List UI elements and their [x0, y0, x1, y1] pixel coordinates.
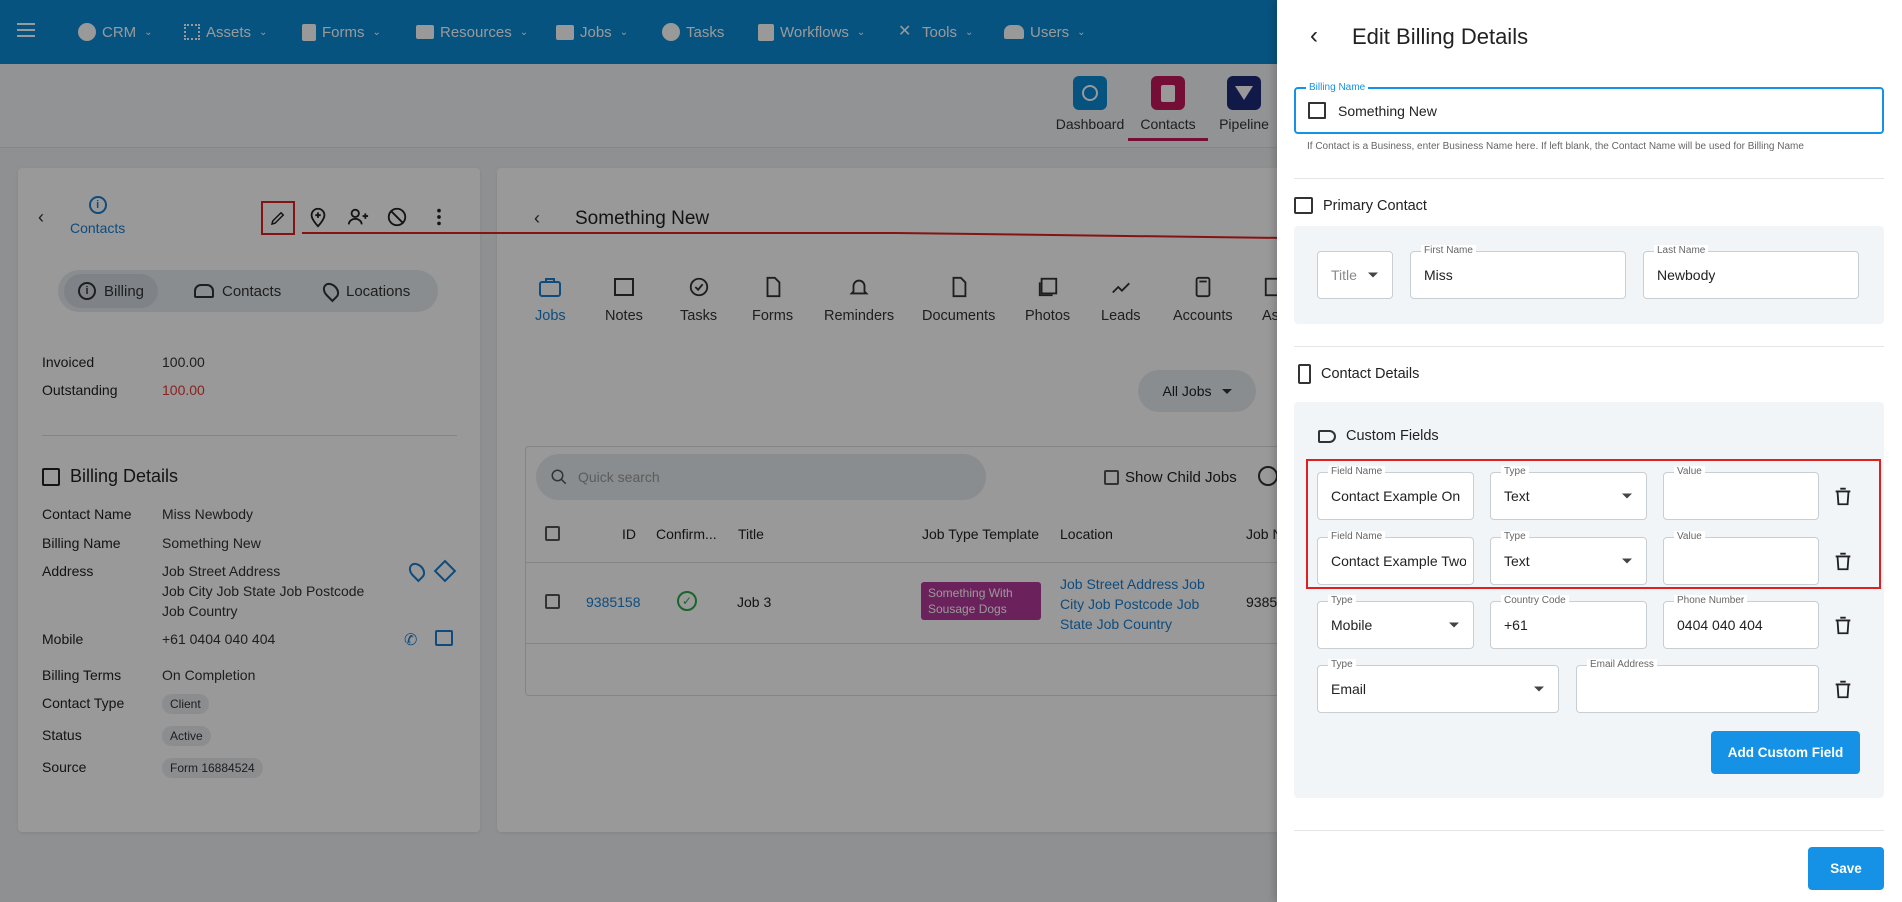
- primary-contact-title: Primary Contact: [1323, 197, 1427, 214]
- field-name-value: Contact Example On: [1331, 488, 1461, 504]
- first-name-value: Miss: [1424, 267, 1453, 283]
- email-type-select[interactable]: Type Email: [1317, 659, 1559, 713]
- tag-icon: [1318, 429, 1336, 443]
- phone-type-value: Mobile: [1331, 617, 1373, 633]
- contact-details-title: Contact Details: [1321, 366, 1420, 382]
- drawer-divider: [1294, 346, 1884, 347]
- caret-down-icon: [1449, 622, 1459, 628]
- custom-field-name-1[interactable]: Field Name Contact Example On: [1317, 466, 1474, 520]
- title-placeholder: Title: [1331, 267, 1357, 283]
- contact-card-icon: [1294, 197, 1313, 214]
- country-code-field[interactable]: Country Code +61: [1490, 595, 1647, 649]
- custom-fields-heading: Custom Fields: [1318, 428, 1439, 444]
- contact-details-heading: Contact Details: [1298, 364, 1419, 384]
- billing-name-hint: If Contact is a Business, enter Business…: [1307, 141, 1804, 152]
- caret-down-icon: [1622, 493, 1632, 499]
- caret-down-icon: [1534, 686, 1544, 692]
- phone-number-label: Phone Number: [1674, 595, 1748, 607]
- delete-icon[interactable]: [1832, 550, 1854, 572]
- billing-name-value: Something New: [1338, 102, 1437, 119]
- save-button[interactable]: Save: [1808, 847, 1884, 890]
- caret-down-icon: [1368, 272, 1378, 278]
- add-custom-field-button[interactable]: Add Custom Field: [1711, 731, 1860, 774]
- type-label: Type: [1328, 659, 1356, 671]
- billing-name-label: Billing Name: [1306, 82, 1369, 94]
- delete-icon[interactable]: [1832, 485, 1854, 507]
- email-address-label: Email Address: [1587, 659, 1657, 671]
- type-value: Text: [1504, 553, 1530, 569]
- last-name-field[interactable]: Last Name Newbody: [1643, 245, 1859, 299]
- email-type-value: Email: [1331, 681, 1367, 697]
- drawer-title: Edit Billing Details: [1352, 24, 1529, 49]
- custom-field-value-1[interactable]: Value: [1663, 466, 1819, 520]
- billing-name-field[interactable]: Billing Name Something New: [1294, 82, 1884, 134]
- back-arrow-icon[interactable]: ‹: [1310, 24, 1318, 48]
- country-code-label: Country Code: [1501, 595, 1569, 607]
- value-label: Value: [1674, 466, 1705, 478]
- caret-down-icon: [1622, 558, 1632, 564]
- phone-number-field[interactable]: Phone Number 0404 040 404: [1663, 595, 1819, 649]
- drawer-divider: [1294, 178, 1884, 179]
- delete-icon[interactable]: [1832, 678, 1854, 700]
- custom-field-name-2[interactable]: Field Name Contact Example Two: [1317, 531, 1474, 585]
- modal-overlay[interactable]: [0, 0, 1277, 902]
- field-name-value: Contact Example Two: [1331, 553, 1466, 569]
- custom-fields-title: Custom Fields: [1346, 428, 1439, 444]
- delete-icon[interactable]: [1832, 614, 1854, 636]
- country-code-value: +61: [1504, 617, 1528, 633]
- field-name-label: Field Name: [1328, 466, 1386, 478]
- type-label: Type: [1501, 466, 1529, 478]
- value-label: Value: [1674, 531, 1705, 543]
- phone-number-value: 0404 040 404: [1677, 617, 1763, 633]
- last-name-label: Last Name: [1654, 245, 1709, 257]
- building-icon: [1308, 102, 1326, 119]
- type-value: Text: [1504, 488, 1530, 504]
- first-name-field[interactable]: First Name Miss: [1410, 245, 1626, 299]
- field-name-label: Field Name: [1328, 531, 1386, 543]
- phone-type-select[interactable]: Type Mobile: [1317, 595, 1474, 649]
- primary-contact-heading: Primary Contact: [1294, 197, 1427, 214]
- custom-field-type-1[interactable]: Type Text: [1490, 466, 1647, 520]
- last-name-value: Newbody: [1657, 267, 1716, 283]
- title-select[interactable]: Title: [1317, 251, 1393, 299]
- type-label: Type: [1328, 595, 1356, 607]
- custom-field-value-2[interactable]: Value: [1663, 531, 1819, 585]
- type-label: Type: [1501, 531, 1529, 543]
- drawer-divider: [1294, 830, 1884, 831]
- mobile-icon: [1298, 364, 1311, 384]
- first-name-label: First Name: [1421, 245, 1476, 257]
- email-address-field[interactable]: Email Address: [1576, 659, 1819, 713]
- custom-field-type-2[interactable]: Type Text: [1490, 531, 1647, 585]
